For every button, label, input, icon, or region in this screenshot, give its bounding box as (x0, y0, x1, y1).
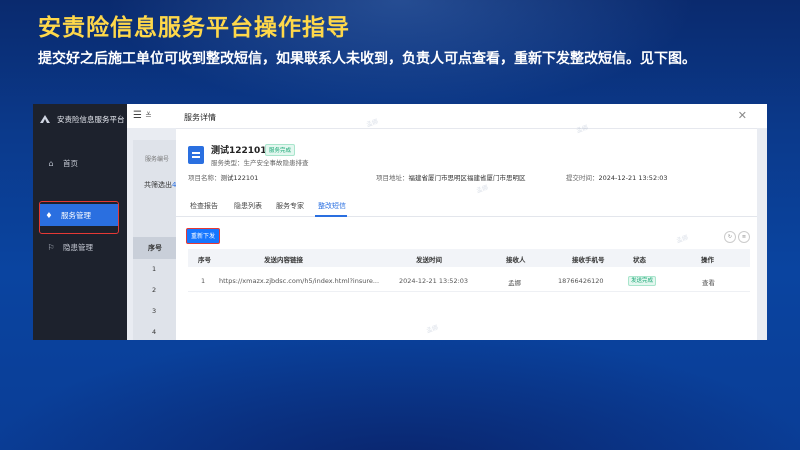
brand: 安责险信息服务平台 (39, 112, 125, 126)
hazard-icon: ⚐ (47, 242, 55, 252)
watermark: 孟娜 (365, 118, 380, 129)
filter-label: 服务编号 (145, 156, 170, 163)
background-row-number: 3 (152, 307, 157, 315)
watermark: 孟娜 (425, 324, 440, 335)
divider (176, 128, 757, 129)
tab-rectification-sms[interactable]: 整改短信 (318, 201, 346, 211)
watermark: 孟娜 (675, 234, 690, 245)
slide-title: 安责险信息服务平台操作指导 (38, 15, 350, 41)
receiver-phone: 18766426120 (558, 277, 604, 285)
total-count-text: 共筛选出4 (144, 181, 177, 189)
background-table-header: 序号 (133, 237, 177, 259)
menu-toggle-icon[interactable]: ☰ (133, 110, 142, 121)
column-header: 操作 (701, 256, 714, 264)
modal-title: 服务详情 (184, 113, 216, 122)
row-index: 1 (201, 277, 206, 285)
topbar-logo-icon: ≚ (145, 111, 152, 120)
tab-service-expert[interactable]: 服务专家 (276, 201, 304, 211)
background-row-number: 2 (152, 286, 157, 294)
column-header: 状态 (633, 256, 646, 264)
service-detail-modal: 服务详情 ✕ 测试122101 服务完成 服务类型：生产安全事故隐患排查 项目名… (176, 104, 757, 340)
column-header: 接收手机号 (572, 256, 605, 264)
brand-logo-icon (40, 115, 50, 123)
tab-inspection-report[interactable]: 检查报告 (190, 201, 218, 211)
column-header: 序号 (198, 256, 211, 264)
service-type: 服务类型：生产安全事故隐患排查 (211, 159, 309, 167)
highlight-box (39, 201, 119, 234)
sidebar: 安责险信息服务平台 ⌂ 首页 ♦ 服务管理 ⚐ 隐患管理 (33, 104, 127, 340)
sidebar-item-hazard[interactable]: ⚐ 隐患管理 (33, 236, 127, 258)
sidebar-item-label: 首页 (63, 158, 78, 168)
view-link[interactable]: 查看 (702, 277, 715, 287)
table-row: 1 https://xmazx.zjbdsc.com/h5/index.html… (188, 271, 750, 292)
tab-hazard-list[interactable]: 隐患列表 (234, 201, 262, 211)
sidebar-item-label: 隐患管理 (63, 242, 93, 252)
background-row-number: 1 (152, 265, 157, 273)
watermark: 孟娜 (575, 124, 590, 135)
column-header: 接收人 (506, 256, 526, 264)
resend-button[interactable]: 重新下发 (186, 228, 220, 244)
column-header: 发送时间 (416, 256, 442, 264)
document-icon (188, 146, 204, 164)
tab-bar: 检查报告 隐患列表 服务专家 整改短信 (176, 198, 757, 217)
table-header: 序号 发送内容链接 发送时间 接收人 接收手机号 状态 操作 (188, 249, 750, 267)
receiver-name: 孟娜 (508, 279, 521, 287)
active-tab-indicator (315, 215, 347, 217)
project-name: 项目名称：测试122101 (188, 174, 259, 182)
background-row-number: 4 (152, 328, 157, 336)
sms-link: https://xmazx.zjbdsc.com/h5/index.html?i… (219, 277, 380, 285)
status-badge: 服务完成 (265, 144, 296, 156)
project-address: 项目地址：福建省厦门市思明区福建省厦门市思明区 (376, 174, 526, 182)
close-icon[interactable]: ✕ (738, 109, 747, 122)
app-screenshot: 安责险信息服务平台 ⌂ 首页 ♦ 服务管理 ⚐ 隐患管理 ☰ ≚ 服务编号 共筛… (33, 104, 767, 340)
service-name: 测试122101 (211, 146, 267, 156)
slide-description: 提交好之后施工单位可收到整改短信，如果联系人未收到，负责人可点查看，重新下发整改… (38, 51, 696, 67)
brand-name: 安责险信息服务平台 (57, 114, 125, 124)
column-settings-icon[interactable]: ≡ (738, 231, 750, 243)
home-icon: ⌂ (48, 158, 54, 168)
send-time: 2024-12-21 13:52:03 (399, 277, 469, 285)
send-status-badge: 发送完成 (628, 276, 657, 286)
column-header: 发送内容链接 (264, 256, 303, 264)
submit-time: 提交时间：2024-12-21 13:52:03 (566, 174, 668, 182)
sidebar-item-home[interactable]: ⌂ 首页 (33, 152, 127, 174)
refresh-icon[interactable]: ↻ (724, 231, 736, 243)
watermark: 孟娜 (475, 184, 490, 195)
